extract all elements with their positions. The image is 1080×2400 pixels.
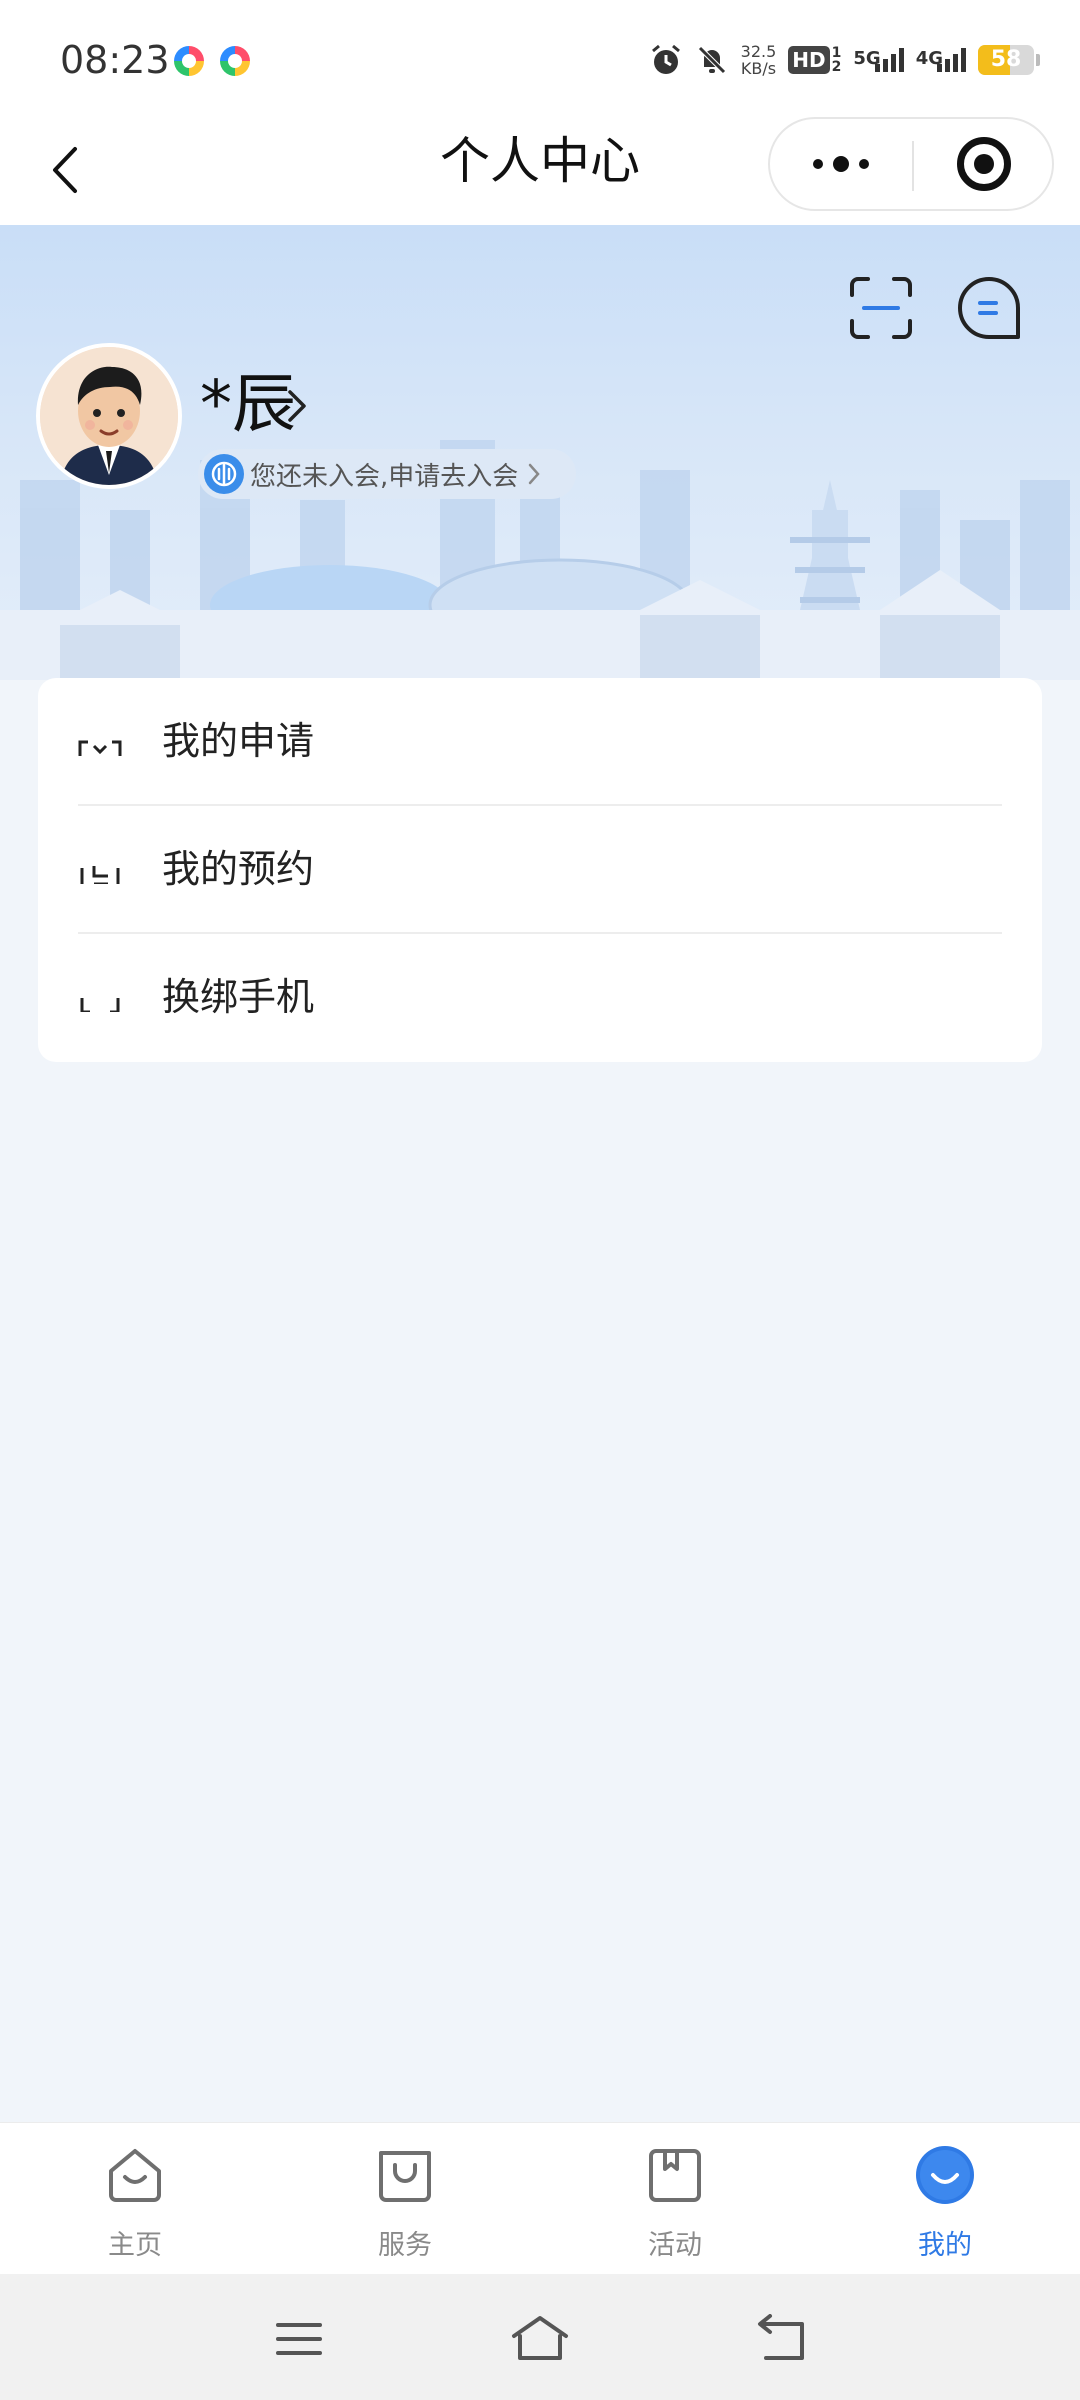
more-dots-icon <box>813 159 823 169</box>
home-button[interactable] <box>505 2304 575 2374</box>
alarm-icon <box>651 44 680 74</box>
hd-indicator: HD 1 2 <box>788 46 841 74</box>
battery-level: 58 <box>990 47 1022 72</box>
scan-icon[interactable] <box>846 273 916 343</box>
app-notification-icon <box>174 46 204 76</box>
menu-item-rebind-phone[interactable]: 换绑手机 <box>38 934 1042 1060</box>
profile-icon <box>916 2146 974 2204</box>
signal-bars-icon <box>874 48 904 72</box>
bookmark-icon <box>649 2149 701 2202</box>
menu-item-my-appointments[interactable]: 我的预约 <box>38 806 1042 932</box>
tab-label: 主页 <box>108 2230 162 2261</box>
menu-item-label: 我的预约 <box>162 847 315 891</box>
more-dots-icon <box>859 159 869 169</box>
recent-apps-button[interactable] <box>264 2304 334 2374</box>
profile-header: *辰 您还未入会,申请去入会 <box>0 225 1080 680</box>
hd-sub-1: 1 <box>831 45 842 61</box>
menu-item-label: 换绑手机 <box>162 975 315 1019</box>
menu-card: 我的申请 我的预约 换绑手机 <box>38 678 1042 1062</box>
tab-label: 服务 <box>378 2230 432 2261</box>
battery-icon: 58 <box>978 45 1034 75</box>
back-arrow-icon <box>758 2314 804 2360</box>
home-icon <box>109 2149 161 2202</box>
app-notification-icon <box>220 46 250 76</box>
hd-badge: HD <box>788 46 830 74</box>
back-system-button[interactable] <box>746 2304 816 2374</box>
tab-activities[interactable]: 活动 <box>540 2123 810 2275</box>
appointment-icon <box>80 866 120 884</box>
status-bar: 08:23 32.5 KB/s HD 1 2 5G 4G 58 <box>0 0 1080 115</box>
union-badge-icon <box>204 454 244 494</box>
network-speed-value: 32.5 <box>740 42 777 61</box>
tab-label: 我的 <box>918 2230 972 2261</box>
nav-bar: 个人中心 <box>0 115 1080 225</box>
tab-services[interactable]: 服务 <box>270 2123 540 2275</box>
menu-lines-icon <box>276 2323 322 2355</box>
mute-icon <box>697 46 726 74</box>
avatar[interactable] <box>36 343 182 489</box>
mini-program-capsule <box>768 117 1054 211</box>
phone-icon <box>80 998 120 1012</box>
status-time: 08:23 <box>60 38 170 82</box>
close-mini-program-button[interactable] <box>914 119 1054 209</box>
back-button[interactable] <box>30 135 100 205</box>
system-navigation-bar <box>0 2274 1080 2400</box>
tab-home[interactable]: 主页 <box>0 2123 270 2275</box>
signal-bars-icon <box>937 48 966 72</box>
user-name[interactable]: *辰 <box>200 367 296 443</box>
chevron-left-icon <box>53 147 77 193</box>
signal-4g: 4G <box>916 48 966 72</box>
avatar-illustration <box>40 347 178 485</box>
hd-sub-2: 2 <box>831 59 842 75</box>
chevron-right-icon <box>288 390 306 422</box>
chevron-right-icon <box>529 463 540 485</box>
network-speed: 32.5 KB/s <box>741 43 777 77</box>
more-button[interactable] <box>770 119 912 209</box>
message-bubble-icon[interactable] <box>954 273 1024 343</box>
bag-icon <box>379 2151 431 2202</box>
target-circle-icon <box>957 137 1011 191</box>
tab-label: 活动 <box>648 2230 702 2261</box>
menu-item-label: 我的申请 <box>162 719 315 763</box>
signal-5g: 5G <box>853 48 904 72</box>
membership-text: 您还未入会,申请去入会 <box>250 461 519 492</box>
more-dots-icon <box>833 156 849 172</box>
application-icon <box>78 740 122 756</box>
tab-profile[interactable]: 我的 <box>810 2123 1080 2275</box>
home-outline-icon <box>512 2316 568 2360</box>
status-indicators: 32.5 KB/s HD 1 2 5G 4G 58 <box>649 40 1040 80</box>
tab-bar: 主页 服务 活动 我的 <box>0 2122 1080 2274</box>
network-speed-unit: KB/s <box>740 59 777 78</box>
menu-item-my-applications[interactable]: 我的申请 <box>38 678 1042 804</box>
membership-apply-link[interactable]: 您还未入会,申请去入会 <box>198 449 576 499</box>
battery-tip <box>1036 54 1040 66</box>
hd-sub: 1 2 <box>832 46 842 74</box>
